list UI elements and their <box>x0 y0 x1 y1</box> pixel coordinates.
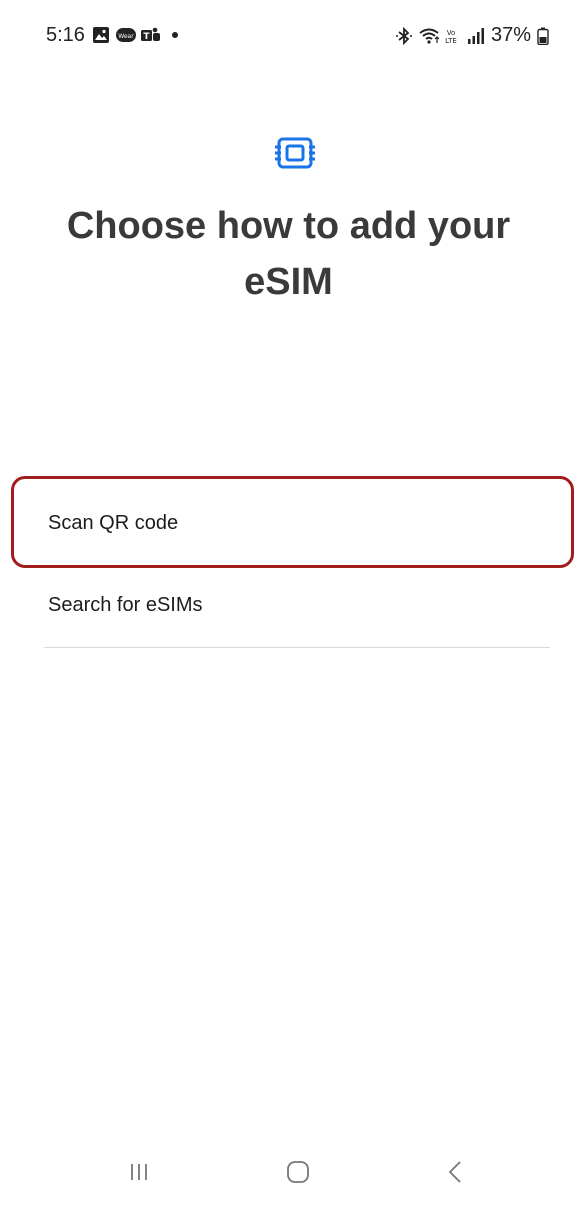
esim-card-icon <box>275 137 315 171</box>
battery-icon <box>537 27 555 45</box>
status-bar: 5:16 Wear T Vo LTE 37% <box>0 0 577 70</box>
home-icon <box>286 1160 310 1189</box>
status-system-icons: Vo LTE 37% <box>395 24 555 47</box>
page-title: Choose how to add your eSIM <box>66 205 511 303</box>
battery-percent: 37% <box>490 24 531 46</box>
status-time: 5:16 <box>46 24 85 46</box>
home-button[interactable] <box>276 1152 320 1196</box>
wear-icon: Wear <box>116 26 136 44</box>
back-button[interactable] <box>434 1152 478 1196</box>
volte-icon: Vo LTE <box>443 27 461 45</box>
search-for-esims-option[interactable]: Search for eSIMs <box>44 563 550 648</box>
recents-button[interactable] <box>117 1152 161 1196</box>
more-notifications-dot <box>172 32 178 38</box>
svg-text:T: T <box>143 32 150 42</box>
option-label: Scan QR code <box>48 511 179 534</box>
status-notification-icons: Wear T <box>92 26 178 44</box>
gallery-icon <box>92 26 110 44</box>
scan-qr-code-option[interactable]: Scan QR code <box>44 481 550 566</box>
bluetooth-icon <box>395 26 413 45</box>
back-icon <box>446 1160 466 1189</box>
option-label: Search for eSIMs <box>48 593 203 616</box>
svg-text:LTE: LTE <box>445 37 457 45</box>
teams-icon: T <box>140 26 160 44</box>
signal-icon <box>467 27 485 45</box>
svg-text:Vo: Vo <box>447 29 456 37</box>
navigation-bar <box>0 1134 577 1214</box>
wifi-icon <box>419 27 440 45</box>
recents-icon <box>128 1161 150 1188</box>
svg-text:Wear: Wear <box>118 33 134 40</box>
